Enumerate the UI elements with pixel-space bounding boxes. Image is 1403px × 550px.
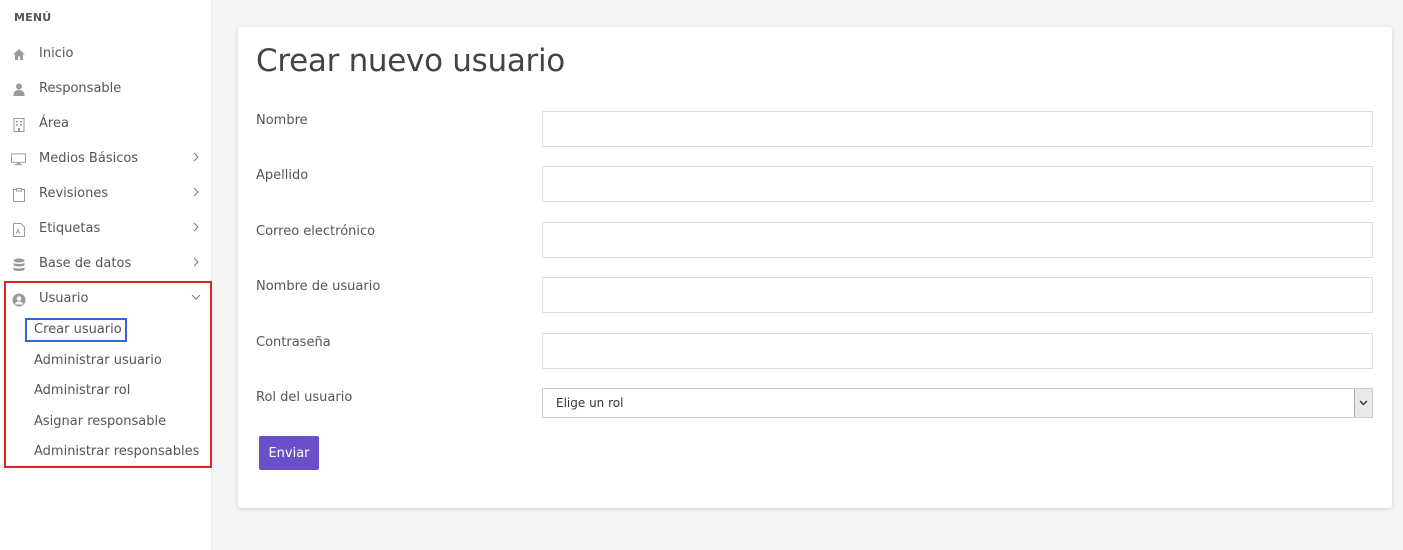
monitor-icon (11, 152, 26, 167)
database-icon (11, 257, 26, 272)
submenu-item-administrar-responsables[interactable]: Administrar responsables (34, 444, 199, 459)
sidebar-item-medios-basicos[interactable]: Medios Básicos (0, 142, 211, 177)
user-circle-icon (11, 292, 26, 307)
submit-button[interactable]: Enviar (259, 436, 319, 470)
sidebar: MENÚ Inicio Responsable Área Medios Bási… (0, 0, 212, 550)
sidebar-item-etiquetas[interactable]: Etiquetas (0, 212, 211, 247)
nombre-usuario-label: Nombre de usuario (256, 279, 381, 294)
sidebar-item-inicio[interactable]: Inicio (0, 37, 211, 72)
sidebar-item-label: Área (39, 116, 69, 131)
chevron-down-icon (190, 290, 202, 304)
sidebar-item-revisiones[interactable]: Revisiones (0, 177, 211, 212)
nombre-label: Nombre (256, 113, 308, 128)
sidebar-item-label: Medios Básicos (39, 151, 139, 166)
sidebar-item-label: Usuario (39, 291, 89, 306)
chevron-right-icon (190, 220, 202, 234)
username-field[interactable] (542, 277, 1373, 313)
correo-label: Correo electrónico (256, 224, 376, 239)
sidebar-item-area[interactable]: Área (0, 107, 211, 142)
chevron-down-icon[interactable] (1354, 389, 1372, 417)
chevron-right-icon (190, 185, 202, 199)
chevron-right-icon (190, 255, 202, 269)
clipboard-icon (11, 187, 26, 202)
submenu-item-administrar-rol[interactable]: Administrar rol (34, 383, 130, 398)
create-user-card: Crear nuevo usuario Nombre Apellido Corr… (238, 27, 1392, 508)
sidebar-item-label: Etiquetas (39, 221, 101, 236)
sidebar-item-base-de-datos[interactable]: Base de datos (0, 247, 211, 282)
submenu-item-administrar-usuario[interactable]: Administrar usuario (34, 353, 162, 368)
user-icon (11, 82, 26, 97)
sidebar-item-responsable[interactable]: Responsable (0, 72, 211, 107)
page-title: Crear nuevo usuario (256, 43, 565, 79)
nombre-field[interactable] (542, 111, 1373, 147)
menu-title: MENÚ (14, 11, 52, 24)
sidebar-item-label: Base de datos (39, 256, 132, 271)
sidebar-item-label: Revisiones (39, 186, 109, 201)
sidebar-item-label: Inicio (39, 46, 74, 61)
email-field[interactable] (542, 222, 1373, 258)
pdf-file-icon (11, 222, 26, 237)
role-select-value: Elige un rol (556, 396, 624, 410)
submenu-item-asignar-responsable[interactable]: Asignar responsable (34, 414, 166, 429)
apellido-field[interactable] (542, 166, 1373, 202)
sidebar-item-label: Responsable (39, 81, 122, 96)
building-icon (11, 117, 26, 132)
rol-label: Rol del usuario (256, 390, 353, 405)
contrasena-label: Contraseña (256, 335, 331, 350)
password-field[interactable] (542, 333, 1373, 369)
chevron-right-icon (190, 150, 202, 164)
apellido-label: Apellido (256, 168, 309, 183)
role-select[interactable]: Elige un rol (542, 388, 1373, 418)
home-icon (11, 47, 26, 62)
sidebar-item-usuario[interactable]: Usuario (0, 282, 211, 317)
submenu-item-crear-usuario[interactable]: Crear usuario (34, 322, 122, 337)
